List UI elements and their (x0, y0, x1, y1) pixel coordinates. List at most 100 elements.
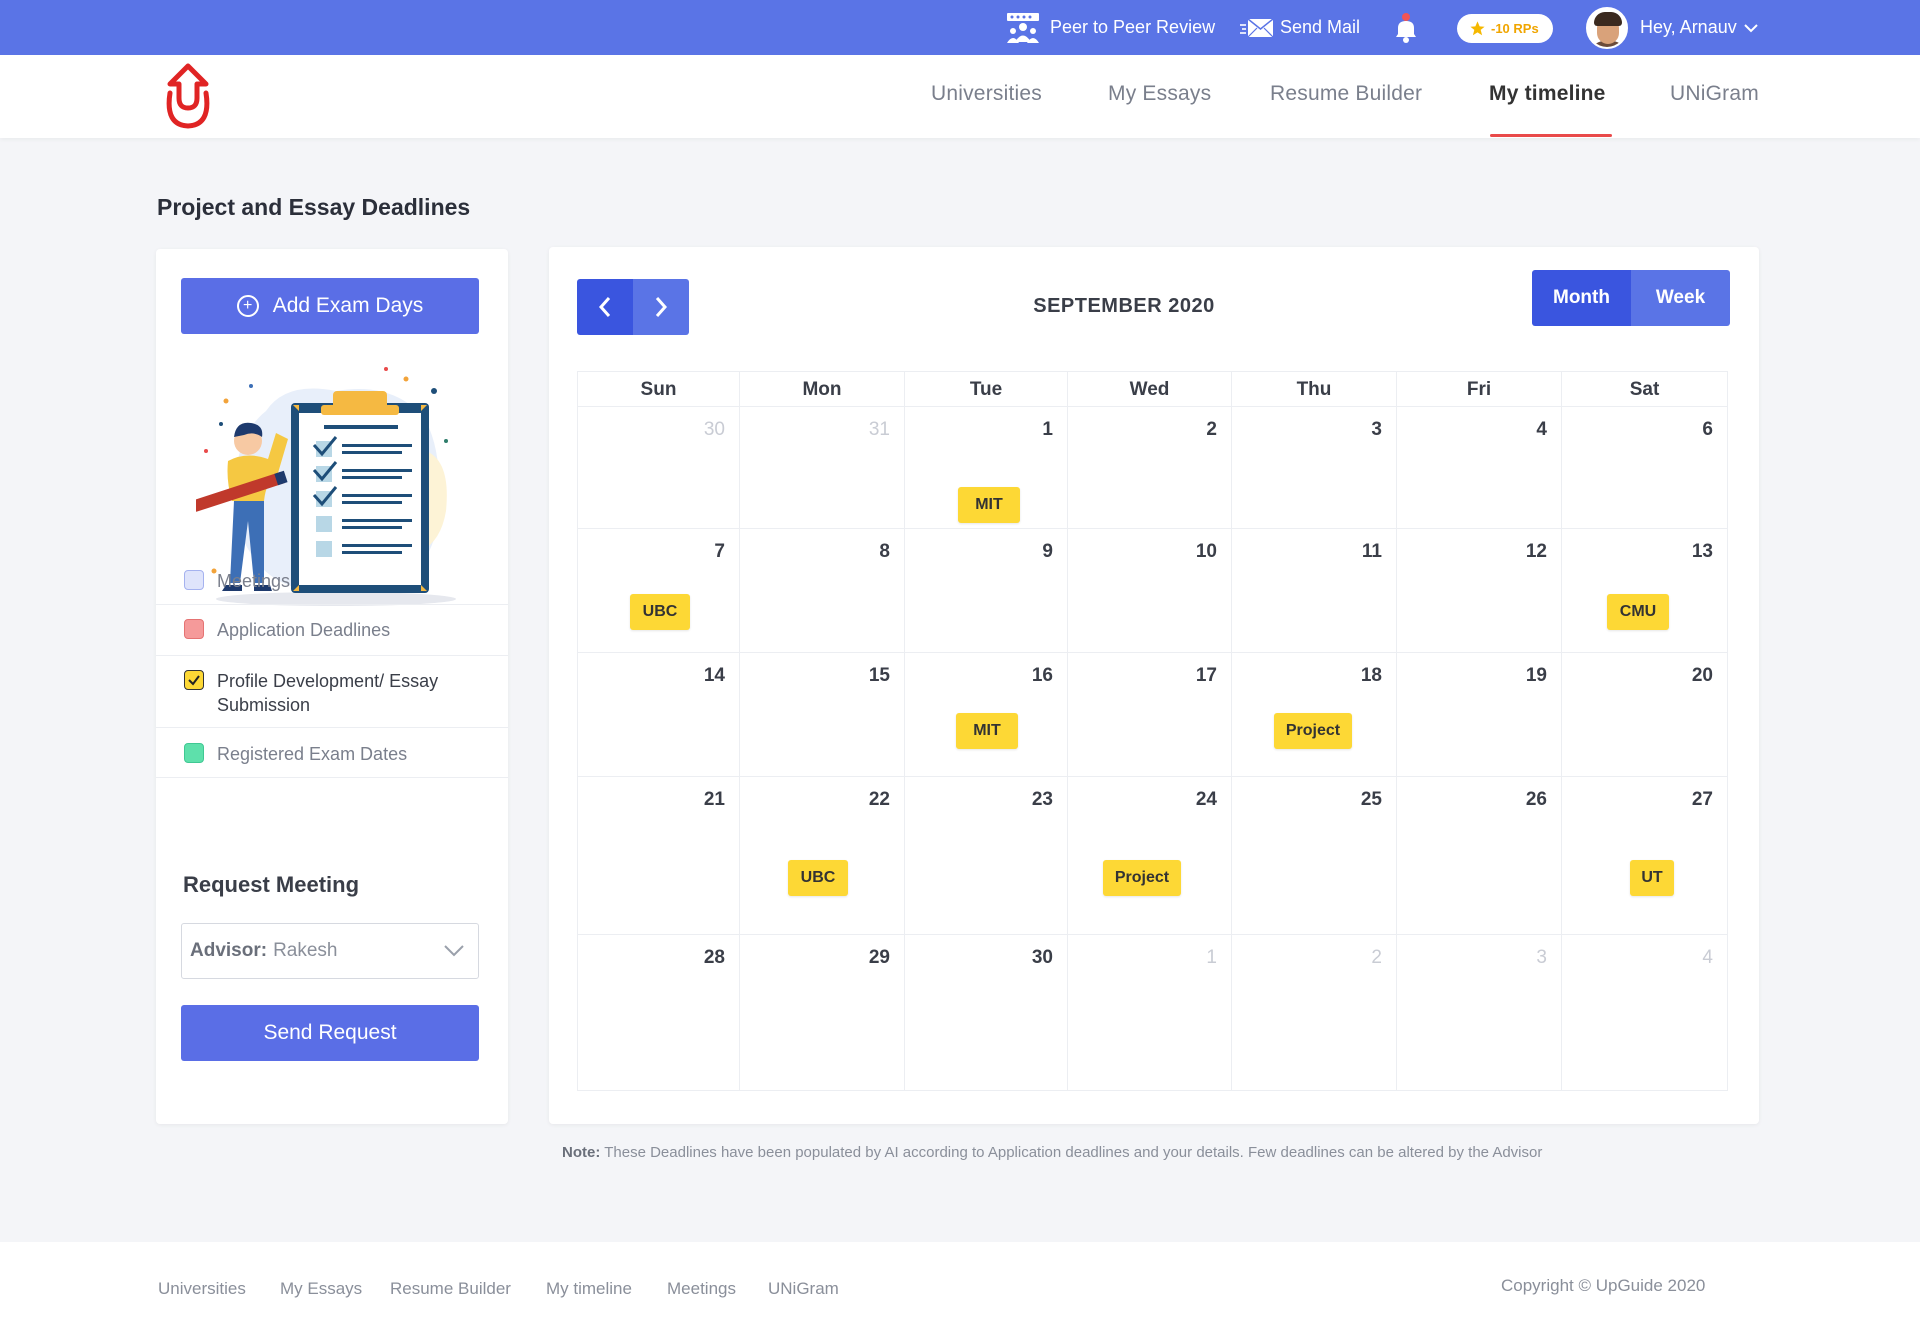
reward-points-label: -10 RPs (1491, 21, 1539, 36)
mail-icon (1240, 17, 1274, 37)
calendar-day-cell[interactable]: 3 (1397, 935, 1562, 1090)
profile-development-checkbox[interactable] (184, 670, 204, 690)
copyright: Copyright © UpGuide 2020 (1501, 1276, 1706, 1295)
star-icon (1470, 21, 1485, 36)
legend-label: Registered Exam Dates (217, 744, 408, 764)
active-tab-indicator (1490, 134, 1612, 137)
advisor-value: Rakesh (273, 940, 338, 961)
legend-profile-development[interactable]: Profile Development/ Essay Submission (156, 656, 508, 728)
day-number: 26 (1525, 789, 1547, 810)
calendar-day-cell[interactable]: 10 (1068, 529, 1232, 653)
footer-link-universities[interactable]: Universities (158, 1279, 246, 1299)
nav-universities[interactable]: Universities (931, 82, 1042, 106)
note-label: Note: (562, 1144, 601, 1161)
calendar-day-cell[interactable]: 20 (1562, 653, 1727, 777)
calendar-day-cell[interactable]: 4 (1562, 935, 1727, 1090)
month-view-button[interactable]: Month (1532, 270, 1631, 326)
calendar-day-cell[interactable]: 28 (578, 935, 740, 1090)
calendar-day-cell[interactable]: 12 (1397, 529, 1562, 653)
day-number: 18 (1360, 665, 1382, 686)
footer-link-resume-builder[interactable]: Resume Builder (390, 1279, 511, 1299)
deadline-event[interactable]: UT (1630, 860, 1674, 896)
calendar-day-cell[interactable]: 18 Project (1232, 653, 1397, 777)
day-of-week-header: Mon (740, 372, 905, 407)
calendar-day-cell[interactable]: 21 (578, 777, 740, 935)
legend-meetings[interactable]: Meetings (156, 553, 508, 605)
day-number: 3 (1371, 419, 1382, 440)
user-menu[interactable]: Hey, Arnauv (1586, 0, 1759, 55)
calendar-day-cell[interactable]: 4 (1397, 407, 1562, 529)
calendar-day-cell[interactable]: 6 (1562, 407, 1727, 529)
deadline-event[interactable]: MIT (956, 713, 1018, 749)
calendar-day-cell[interactable]: 26 (1397, 777, 1562, 935)
nav-unigram[interactable]: UNiGram (1670, 82, 1759, 106)
legend-label: Meetings (217, 571, 291, 591)
user-greeting: Hey, Arnauv (1640, 17, 1737, 37)
calendar-day-cell[interactable]: 24 Project (1068, 777, 1232, 935)
calendar-day-cell[interactable]: 30 (578, 407, 740, 529)
notifications-button[interactable] (1394, 0, 1418, 55)
deadline-event[interactable]: Project (1103, 860, 1181, 896)
calendar-day-cell[interactable]: 27 UT (1562, 777, 1727, 935)
footer-link-my-timeline[interactable]: My timeline (546, 1279, 632, 1299)
deadline-event[interactable]: Project (1274, 713, 1352, 749)
deadline-event[interactable]: CMU (1607, 594, 1669, 630)
calendar-day-cell[interactable]: 8 (740, 529, 905, 653)
legend-application-deadlines[interactable]: Application Deadlines (156, 605, 508, 656)
nav-my-essays[interactable]: My Essays (1108, 82, 1211, 106)
calendar-day-cell[interactable]: 13 CMU (1562, 529, 1727, 653)
calendar-day-cell[interactable]: 9 (905, 529, 1068, 653)
calendar-day-cell[interactable]: 2 (1232, 935, 1397, 1090)
day-number: 29 (868, 947, 890, 968)
footer-link-my-essays[interactable]: My Essays (280, 1279, 362, 1299)
nav-resume-builder[interactable]: Resume Builder (1270, 82, 1422, 106)
reward-points-badge[interactable]: -10 RPs (1457, 14, 1553, 43)
calendar-day-cell[interactable]: 1 MIT (905, 407, 1068, 529)
nav-my-timeline[interactable]: My timeline (1489, 82, 1606, 106)
calendar-day-cell[interactable]: 19 (1397, 653, 1562, 777)
calendar-day-cell[interactable]: 16 MIT (905, 653, 1068, 777)
registered-exams-checkbox[interactable] (184, 743, 204, 763)
deadline-event[interactable]: UBC (630, 594, 690, 630)
footer-link-unigram[interactable]: UNiGram (768, 1279, 839, 1299)
add-exam-days-button[interactable]: + Add Exam Days (181, 278, 479, 334)
footer: Universities My Essays Resume Builder My… (0, 1242, 1920, 1328)
calendar-day-cell[interactable]: 3 (1232, 407, 1397, 529)
day-number: 21 (703, 789, 725, 810)
check-icon (188, 675, 200, 686)
deadline-event[interactable]: UBC (788, 860, 848, 896)
day-number: 17 (1195, 665, 1217, 686)
calendar-day-cell[interactable]: 7 UBC (578, 529, 740, 653)
meetings-checkbox[interactable] (184, 570, 204, 590)
day-of-week-header: Wed (1068, 372, 1232, 407)
note-text: These Deadlines have been populated by A… (604, 1144, 1543, 1161)
calendar-day-cell[interactable]: 29 (740, 935, 905, 1090)
upguide-logo[interactable] (161, 63, 215, 129)
legend-registered-exams[interactable]: Registered Exam Dates (156, 728, 508, 778)
deadline-event[interactable]: MIT (958, 487, 1020, 523)
day-number: 19 (1525, 665, 1547, 686)
week-view-button[interactable]: Week (1631, 270, 1730, 326)
view-toggle: Month Week (1532, 270, 1730, 326)
calendar-day-cell[interactable]: 22 UBC (740, 777, 905, 935)
calendar-day-cell[interactable]: 11 (1232, 529, 1397, 653)
calendar-day-cell[interactable]: 15 (740, 653, 905, 777)
advisor-select[interactable]: Advisor: Rakesh (181, 923, 479, 979)
footer-link-meetings[interactable]: Meetings (667, 1279, 736, 1299)
calendar-panel: SEPTEMBER 2020 Month Week Sun Mon Tue Wed Th… (549, 247, 1759, 1124)
calendar-day-cell[interactable]: 17 (1068, 653, 1232, 777)
calendar-day-cell[interactable]: 23 (905, 777, 1068, 935)
day-number: 11 (1361, 541, 1382, 562)
calendar-day-cell[interactable]: 31 (740, 407, 905, 529)
calendar-day-cell[interactable]: 1 (1068, 935, 1232, 1090)
sidebar-panel: + Add Exam Days Meetings Application Dea… (156, 249, 508, 1124)
application-deadlines-checkbox[interactable] (184, 619, 204, 639)
calendar-day-cell[interactable]: 30 (905, 935, 1068, 1090)
send-request-button[interactable]: Send Request (181, 1005, 479, 1061)
peer-review-link[interactable]: Peer to Peer Review (1006, 0, 1215, 55)
calendar-day-cell[interactable]: 25 (1232, 777, 1397, 935)
day-number: 2 (1206, 419, 1217, 440)
calendar-day-cell[interactable]: 2 (1068, 407, 1232, 529)
calendar-day-cell[interactable]: 14 (578, 653, 740, 777)
send-mail-link[interactable]: Send Mail (1240, 0, 1360, 55)
